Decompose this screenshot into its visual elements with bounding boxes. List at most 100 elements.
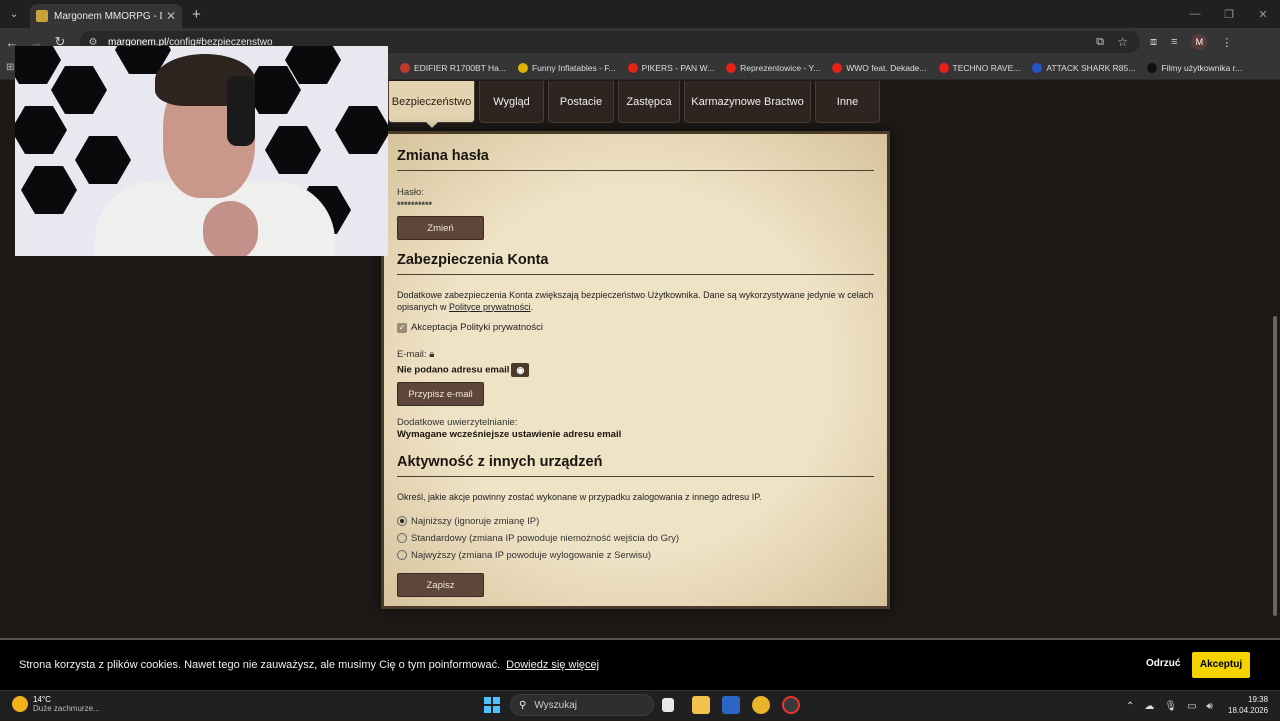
close-tab-icon[interactable]: ✕	[166, 9, 176, 23]
bookmark-favicon-icon	[1032, 62, 1043, 73]
weather-widget[interactable]: 14°C Duże zachmurze...	[12, 695, 100, 713]
file-explorer-icon[interactable]	[692, 696, 710, 714]
tab-search-icon[interactable]: ⌄	[0, 0, 28, 28]
media-icon[interactable]: ≡	[1171, 36, 1177, 48]
assign-email-button[interactable]: Przypisz e-mail	[397, 382, 484, 406]
browser-tab[interactable]: Margonem MMORPG - Dynam ✕	[30, 4, 182, 28]
clock-date: 18.04.2026	[1228, 706, 1269, 715]
taskbar-search-placeholder: Wyszukaj	[534, 699, 578, 711]
config-tabs: Bezpieczeństwo Wygląd Postacie Zastępca …	[388, 81, 880, 128]
hexagon-decoration	[265, 126, 321, 174]
bookmark-item[interactable]: WWO feat. Dekade...	[832, 62, 927, 73]
bookmark-item[interactable]: EDIFIER R1700BT Ha...	[400, 62, 506, 73]
bookmark-item[interactable]: Filmy użytkownika r...	[1147, 62, 1243, 73]
scrollbar-thumb[interactable]	[1273, 316, 1277, 616]
tab-postacie[interactable]: Postacie	[548, 81, 614, 123]
bookmark-label: WWO feat. Dekade...	[846, 62, 927, 73]
bookmark-label: Funny Inflatables - F...	[531, 62, 616, 73]
activity-description: Określ, jakie akcje powinny zostać wykon…	[397, 492, 762, 502]
bookmark-label: Reprezentowice - Y...	[740, 62, 821, 73]
headphones	[227, 76, 255, 146]
system-clock[interactable]: 19:38 18.04.2026	[1228, 694, 1268, 716]
network-cloud-icon[interactable]: ☁	[1144, 701, 1154, 712]
browser-tab-strip: ⌄ Margonem MMORPG - Dynam ✕ + — ❐ ✕	[0, 0, 1280, 28]
change-password-button[interactable]: Zmień	[397, 216, 484, 240]
volume-icon[interactable]: 🔊︎	[1207, 701, 1213, 712]
activity-section-title: Aktywność z innych urządzeń	[397, 454, 874, 477]
tab-wyglad[interactable]: Wygląd	[479, 81, 544, 123]
restore-icon[interactable]: ❐	[1212, 0, 1246, 28]
taskbar-search[interactable]: ⚲ Wyszukaj	[510, 694, 654, 716]
privacy-policy-link[interactable]: Polityce prywatności	[449, 302, 531, 312]
bookmark-favicon-icon	[1147, 62, 1158, 73]
privacy-checkbox-row[interactable]: ✓ Akceptacja Polityki prywatności	[384, 322, 887, 333]
tab-inne[interactable]: Inne	[815, 81, 880, 123]
chrome-icon[interactable]	[752, 696, 770, 714]
bookmark-item[interactable]: PIKERS - PAN W...	[627, 62, 715, 73]
security-description-end: .	[530, 301, 534, 312]
new-tab-icon[interactable]: +	[192, 6, 201, 23]
password-label: Hasło:	[397, 187, 424, 198]
bookmark-list: EDIFIER R1700BT Ha... Funny Inflatables -…	[400, 62, 1254, 73]
ip-option-lowest[interactable]: Najniższy (ignoruje zmianę IP)	[384, 516, 887, 527]
page-scrollbar[interactable]	[1270, 81, 1280, 636]
ip-option-standard[interactable]: Standardowy (zmiana IP powoduje niemożno…	[384, 533, 887, 544]
bookmark-label: Filmy użytkownika r...	[1161, 62, 1243, 73]
hexagon-decoration	[15, 46, 61, 84]
microphone-icon[interactable]: 🎙︎	[1164, 701, 1177, 712]
browser-menu-icon[interactable]: ⋮	[1221, 36, 1232, 49]
radio-standard[interactable]	[397, 533, 407, 543]
ip-option-list: Najniższy (ignoruje zmianę IP) Standardo…	[384, 516, 887, 561]
auth-label: Dodatkowe uwierzytelnianie:	[397, 417, 518, 428]
apps-grid-icon[interactable]: ⊞	[6, 62, 14, 73]
install-app-icon[interactable]: ⧉	[1096, 36, 1104, 49]
margonem-favicon-icon	[36, 10, 48, 22]
bookmark-label: PIKERS - PAN W...	[641, 62, 715, 73]
cookie-banner: Strona korzysta z plików cookies. Nawet …	[0, 638, 1280, 690]
eye-icon[interactable]: ◉	[511, 363, 530, 377]
ip-option-highest[interactable]: Najwyższy (zmiana IP powoduje wylogowani…	[384, 550, 887, 561]
auth-status: Wymagane wcześniejsze ustawienie adresu …	[397, 429, 622, 440]
ip-option-lowest-label: Najniższy (ignoruje zmianę IP)	[411, 515, 540, 527]
weather-status: Duże zachmurze...	[33, 704, 100, 713]
radio-lowest[interactable]	[397, 516, 407, 526]
cookie-reject-button[interactable]: Odrzuć	[1146, 658, 1180, 669]
task-view-icon[interactable]	[662, 698, 674, 712]
bookmark-star-icon[interactable]: ☆	[1117, 35, 1128, 49]
privacy-checkbox[interactable]: ✓	[397, 322, 407, 333]
activity-section: Aktywność z innych urządzeń Określ, jaki…	[384, 454, 887, 597]
bookmark-item[interactable]: TECHNO RAVE...	[938, 62, 1020, 73]
window-controls: — ❐ ✕	[1178, 0, 1280, 28]
hexagon-decoration	[51, 66, 107, 114]
cookie-accept-button[interactable]: Akceptuj	[1192, 652, 1250, 678]
tab-bezpieczenstwo[interactable]: Bezpieczeństwo	[388, 81, 475, 128]
windows-start-icon[interactable]	[484, 697, 500, 713]
hexagon-decoration	[21, 166, 77, 214]
close-window-icon[interactable]: ✕	[1246, 0, 1280, 28]
email-label-row: E-mail: 🔒︎	[384, 349, 887, 360]
profile-avatar[interactable]: M	[1191, 34, 1208, 50]
settings-panel: Zmiana hasła Hasło: ********** Zmień Zab…	[381, 131, 890, 609]
bookmark-item[interactable]: Funny Inflatables - F...	[517, 62, 616, 73]
chevron-up-icon[interactable]: ⌃	[1126, 701, 1134, 712]
display-icon[interactable]: ▭	[1187, 701, 1196, 712]
webcam-overlay	[15, 46, 388, 256]
windows-taskbar: 14°C Duże zachmurze... ⚲ Wyszukaj ⌃ ☁ 🎙︎ …	[0, 690, 1280, 720]
minimize-icon[interactable]: —	[1178, 0, 1212, 28]
extensions-icon[interactable]: ⧈	[1150, 36, 1157, 49]
save-button[interactable]: Zapisz	[397, 572, 484, 597]
bookmark-favicon-icon	[517, 62, 528, 73]
cookie-learn-more-link[interactable]: Dowiedz się więcej	[506, 659, 599, 671]
tab-zastepca[interactable]: Zastępca	[618, 81, 680, 123]
ip-option-highest-label: Najwyższy (zmiana IP powoduje wylogowani…	[411, 549, 652, 561]
tab-karmazynowe-bractwo[interactable]: Karmazynowe Bractwo	[684, 81, 811, 123]
app-icon[interactable]	[782, 696, 800, 714]
bookmark-item[interactable]: Reprezentowice - Y...	[726, 62, 821, 73]
bookmark-favicon-icon	[726, 62, 737, 73]
password-section-title: Zmiana hasła	[397, 148, 874, 171]
weather-icon	[12, 696, 28, 712]
store-icon[interactable]	[722, 696, 740, 714]
radio-highest[interactable]	[397, 550, 407, 560]
bookmark-item[interactable]: ATTACK SHARK R85...	[1032, 62, 1135, 73]
password-section: Zmiana hasła Hasło: ********** Zmień	[384, 148, 887, 240]
